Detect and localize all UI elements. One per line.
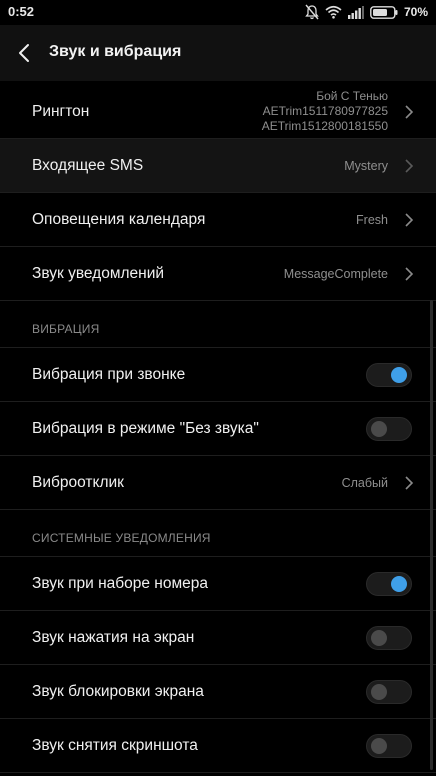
screenshot-sound-row[interactable]: Звук снятия скриншота [0,719,436,773]
scrollbar[interactable] [430,300,433,770]
toggle-knob [391,575,407,592]
toggle-knob [371,737,387,754]
vibrate-silent-label: Вибрация в режиме "Без звука" [32,419,259,437]
calendar-alerts-value: Fresh [356,212,388,227]
touch-sound-label: Звук нажатия на экран [32,628,195,646]
ringtone-row[interactable]: Рингтон Бой С Тенью AETrim1511780977825 … [0,85,436,139]
chevron-right-icon [405,475,414,490]
incoming-sms-label: Входящее SMS [32,156,144,174]
haptic-feedback-row[interactable]: Виброотклик Слабый [0,456,436,510]
dial-pad-sound-label: Звук при наборе номера [32,574,208,592]
system-notifications-section-header: СИСТЕМНЫЕ УВЕДОМЛЕНИЯ [0,510,436,557]
screenshot-sound-toggle[interactable] [366,733,412,758]
vibrate-on-ring-label: Вибрация при звонке [32,365,186,383]
notification-sound-row[interactable]: Звук уведомлений MessageComplete [0,247,436,301]
notification-sound-value: MessageComplete [283,266,388,281]
status-time: 0:52 [8,4,35,19]
notification-sound-label: Звук уведомлений [32,264,165,282]
ringtone-value-line: Бой С Тенью [316,89,388,103]
screenshot-sound-label: Звук снятия скриншота [32,736,198,754]
vibrate-on-ring-toggle[interactable] [366,362,412,387]
settings-list: Рингтон Бой С Тенью AETrim1511780977825 … [0,85,436,773]
signal-icon [347,5,364,19]
lock-screen-sound-row[interactable]: Звук блокировки экрана [0,665,436,719]
toggle-knob [391,366,407,383]
battery-percentage: 70% [403,5,428,19]
chevron-right-icon [405,158,414,173]
status-icons: 70% [305,3,428,21]
toggle-knob [371,420,387,437]
wifi-icon [325,5,342,19]
app-bar: Звук и вибрация [0,25,436,81]
dial-pad-sound-row[interactable]: Звук при наборе номера [0,557,436,611]
vibrate-silent-toggle[interactable] [366,416,412,441]
toggle-knob [371,629,387,646]
ringtone-value-line: AETrim1512800181550 [261,119,388,133]
page-title: Звук и вибрация [49,43,182,60]
ringtone-value: Бой С Тенью AETrim1511780977825 AETrim15… [262,89,388,134]
haptic-feedback-value: Слабый [341,475,388,490]
battery-icon [370,5,398,19]
chevron-right-icon [405,104,414,119]
section-title: ВИБРАЦИЯ [32,322,100,336]
touch-sound-row[interactable]: Звук нажатия на экран [0,611,436,665]
vibrate-on-ring-row[interactable]: Вибрация при звонке [0,348,436,402]
status-bar: 0:52 70% [0,0,436,25]
chevron-right-icon [405,212,414,227]
lock-screen-sound-toggle[interactable] [366,679,412,704]
haptic-feedback-label: Виброотклик [32,473,124,491]
touch-sound-toggle[interactable] [366,625,412,650]
vibration-section-header: ВИБРАЦИЯ [0,301,436,348]
chevron-right-icon [405,266,414,281]
calendar-alerts-row[interactable]: Оповещения календаря Fresh [0,193,436,247]
ringtone-value-line: AETrim1511780977825 [262,104,388,118]
lock-screen-sound-label: Звук блокировки экрана [32,682,204,700]
dial-pad-sound-toggle[interactable] [366,571,412,596]
incoming-sms-value: Mystery [344,158,388,173]
calendar-alerts-label: Оповещения календаря [32,210,206,228]
toggle-knob [371,683,387,700]
bell-muted-icon [305,4,319,20]
section-title: СИСТЕМНЫЕ УВЕДОМЛЕНИЯ [32,531,211,545]
ringtone-label: Рингтон [32,102,90,120]
vibrate-silent-row[interactable]: Вибрация в режиме "Без звука" [0,402,436,456]
incoming-sms-row[interactable]: Входящее SMS Mystery [0,139,436,193]
back-arrow-icon[interactable] [16,42,34,64]
